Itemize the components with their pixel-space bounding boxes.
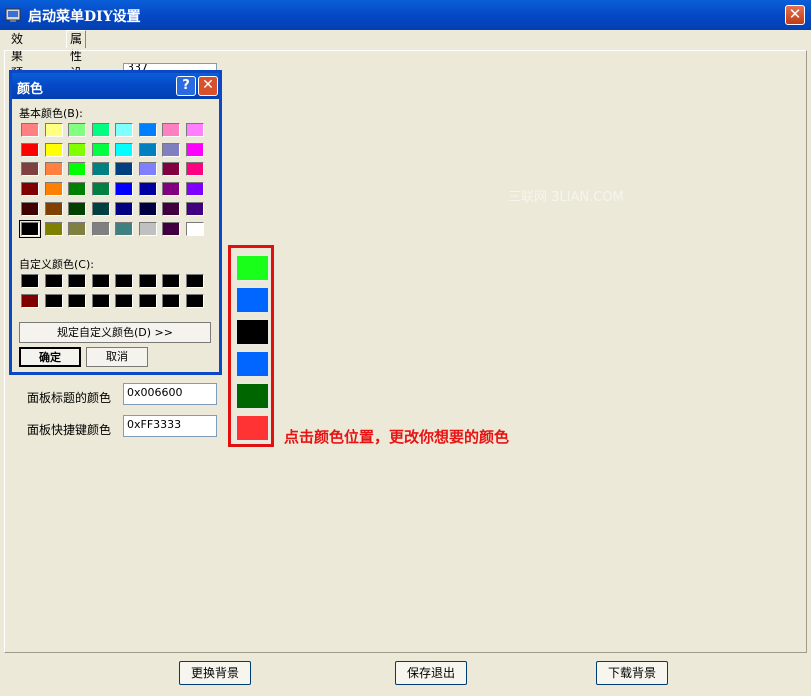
watermark: 三联网 3LIAN.COM (508, 190, 624, 205)
basic-color-cell[interactable] (138, 142, 157, 157)
panel-title-color-label: 面板标题的颜色 (27, 391, 112, 405)
color-dialog-titlebar[interactable]: 颜色 ? ✕ (12, 73, 219, 99)
color-swatch[interactable] (236, 383, 269, 409)
define-custom-colors-button[interactable]: 规定自定义颜色(D) >> (19, 322, 211, 343)
window-close-button[interactable]: ✕ (785, 5, 805, 25)
custom-color-cell[interactable] (68, 274, 86, 288)
basic-color-cell[interactable] (91, 162, 110, 177)
custom-color-cell[interactable] (115, 274, 133, 288)
basic-color-cell[interactable] (44, 221, 63, 236)
custom-color-cell[interactable] (138, 274, 157, 288)
basic-color-cell[interactable] (115, 123, 133, 137)
tab-properties[interactable]: 属性设置 (66, 30, 87, 97)
panel-hotkey-color-label: 面板快捷键颜色 (27, 423, 112, 437)
basic-color-cell[interactable] (44, 162, 63, 177)
color-swatch[interactable] (236, 255, 269, 281)
basic-color-cell[interactable] (68, 182, 86, 197)
basic-color-cell[interactable] (21, 182, 39, 197)
color-swatch-column (228, 245, 274, 447)
basic-color-cell[interactable] (68, 123, 86, 137)
cancel-button[interactable]: 取消 (86, 347, 148, 367)
custom-color-cell[interactable] (21, 274, 39, 288)
basic-color-cell[interactable] (162, 142, 180, 157)
basic-color-cell[interactable] (162, 123, 180, 137)
panel-title-color-input[interactable]: 0x006600 (123, 383, 217, 405)
basic-color-cell[interactable] (68, 221, 86, 236)
basic-color-cell[interactable] (44, 123, 63, 137)
basic-color-cell[interactable] (91, 142, 110, 157)
custom-color-cell[interactable] (44, 274, 63, 288)
window-titlebar[interactable]: 启动菜单DIY设置 ✕ (0, 0, 811, 30)
basic-color-cell[interactable] (91, 123, 110, 137)
basic-color-cell[interactable] (68, 162, 86, 177)
tab-preview[interactable]: 效果预览 (8, 31, 26, 97)
custom-color-cell[interactable] (91, 294, 110, 308)
basic-color-cell[interactable] (185, 201, 204, 216)
basic-color-cell[interactable] (185, 123, 204, 137)
basic-color-cell[interactable] (138, 123, 157, 137)
basic-colors-label: 基本颜色(B): (19, 107, 83, 120)
basic-color-cell[interactable] (138, 201, 157, 216)
basic-color-cell[interactable] (21, 162, 39, 177)
basic-color-cell[interactable] (21, 142, 39, 157)
basic-color-cell[interactable] (138, 182, 157, 197)
color-dialog-close-button[interactable]: ✕ (198, 76, 218, 96)
basic-color-cell[interactable] (115, 162, 133, 177)
custom-color-cell[interactable] (185, 274, 204, 288)
basic-color-cell[interactable] (115, 142, 133, 157)
change-background-button[interactable]: 更换背景 (179, 661, 251, 685)
custom-color-cell[interactable] (138, 294, 157, 308)
custom-color-cell[interactable] (185, 294, 204, 308)
color-swatch[interactable] (236, 415, 269, 441)
panel-hotkey-color-input[interactable]: 0xFF3333 (123, 415, 217, 437)
color-swatch[interactable] (236, 287, 269, 313)
window-title: 启动菜单DIY设置 (28, 9, 141, 25)
basic-color-cell[interactable] (44, 142, 63, 157)
color-swatch[interactable] (236, 351, 269, 377)
basic-color-cell[interactable] (44, 182, 63, 197)
custom-colors-label: 自定义颜色(C): (19, 258, 94, 271)
color-dialog: 颜色 ? ✕ 基本颜色(B): 自定义颜色(C): 规定自定义颜色(D) >> … (9, 70, 222, 375)
basic-color-cell[interactable] (138, 221, 157, 236)
basic-color-cell[interactable] (185, 221, 204, 236)
basic-color-cell[interactable] (68, 142, 86, 157)
color-dialog-title: 颜色 (17, 82, 44, 97)
color-swatch[interactable] (236, 319, 269, 345)
basic-color-cell[interactable] (115, 201, 133, 216)
custom-color-cell[interactable] (44, 294, 63, 308)
basic-color-cell[interactable] (91, 182, 110, 197)
basic-color-cell[interactable] (19, 219, 41, 238)
custom-color-cell[interactable] (68, 294, 86, 308)
basic-color-cell[interactable] (162, 162, 180, 177)
save-exit-button[interactable]: 保存退出 (395, 661, 467, 685)
basic-color-cell[interactable] (44, 201, 63, 216)
custom-color-cell[interactable] (21, 294, 39, 308)
basic-color-cell[interactable] (138, 162, 157, 177)
help-button[interactable]: ? (176, 76, 196, 96)
custom-color-cell[interactable] (91, 274, 110, 288)
basic-color-cell[interactable] (185, 162, 204, 177)
basic-color-cell[interactable] (68, 201, 86, 216)
custom-color-cell[interactable] (162, 274, 180, 288)
basic-color-cell[interactable] (21, 123, 39, 137)
custom-color-cell[interactable] (162, 294, 180, 308)
basic-color-cell[interactable] (91, 221, 110, 236)
ok-button[interactable]: 确定 (19, 347, 81, 367)
download-background-button[interactable]: 下载背景 (596, 661, 668, 685)
basic-color-cell[interactable] (115, 182, 133, 197)
basic-color-cell[interactable] (185, 142, 204, 157)
basic-color-cell[interactable] (162, 221, 180, 236)
basic-color-cell[interactable] (21, 201, 39, 216)
basic-color-cell[interactable] (91, 201, 110, 216)
basic-color-cell[interactable] (185, 182, 204, 197)
basic-color-cell[interactable] (162, 201, 180, 216)
basic-color-cell[interactable] (115, 221, 133, 236)
hint-annotation: 点击颜色位置，更改你想要的颜色 (284, 428, 510, 446)
basic-color-cell[interactable] (162, 182, 180, 197)
custom-color-cell[interactable] (115, 294, 133, 308)
app-icon (5, 8, 21, 22)
